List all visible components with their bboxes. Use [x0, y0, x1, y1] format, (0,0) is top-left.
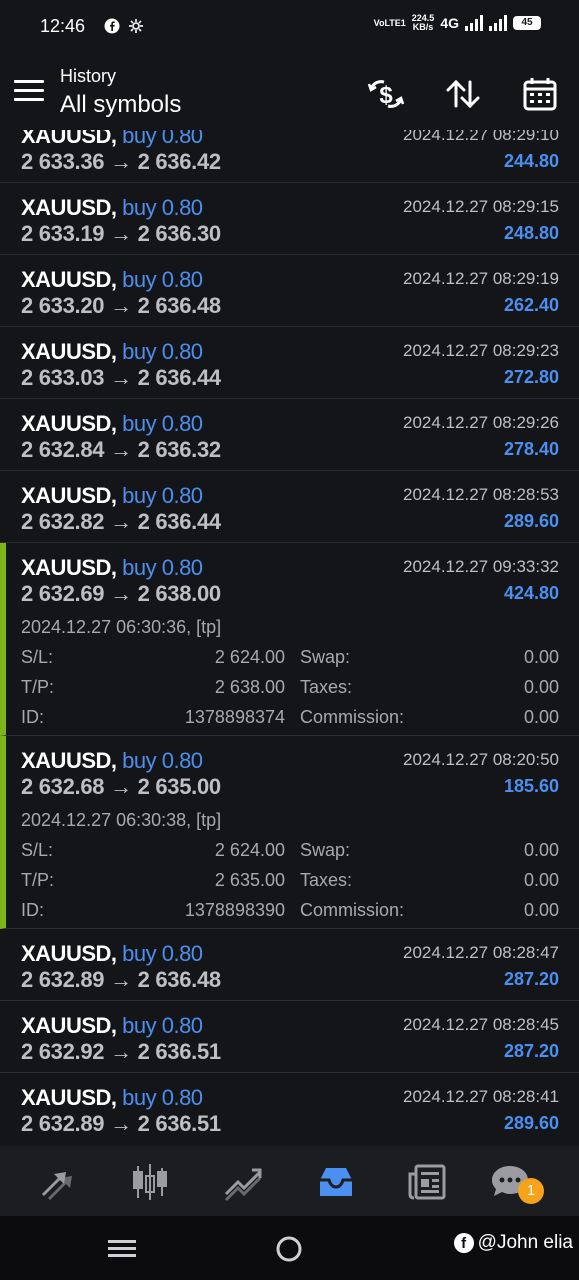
status-time: 12:46 [40, 16, 86, 36]
trade-row[interactable]: XAUUSD, buy 0.80 2 633.03 → 2 636.44 202… [0, 327, 579, 399]
trade-open-time: 2024.12.27 06:30:36, [tp] [21, 617, 222, 637]
trade-row[interactable]: XAUUSD, buy 0.80 2 633.20 → 2 636.48 202… [0, 255, 579, 327]
trade-profit: 248.80 [503, 223, 559, 243]
trade-profit: 278.40 [503, 439, 559, 459]
history-list[interactable]: XAUUSD, buy 0.80 2 633.36 → 2 636.42 202… [0, 130, 579, 1145]
quotes-icon[interactable] [36, 1160, 80, 1204]
trade-prices: 2 632.84 → 2 636.32 [21, 437, 221, 462]
trade-profit: 289.60 [503, 1113, 559, 1133]
trade-close-time: 2024.12.27 08:29:19 [403, 269, 559, 288]
trade-prices: 2 632.82 → 2 636.44 [21, 509, 221, 534]
menu-icon[interactable] [14, 80, 44, 104]
detail-row-sl: S/L: 2 624.00 Swap: 0.00 [21, 840, 559, 860]
volte-indicator: VoLTE1 [373, 17, 406, 28]
trade-symbol: XAUUSD, buy 0.80 [21, 555, 203, 580]
trade-prices: 2 632.89 → 2 636.48 [21, 967, 221, 992]
trade-close-time: 2024.12.27 08:29:10 [403, 130, 559, 144]
trade-profit: 244.80 [503, 151, 559, 171]
trade-prices: 2 633.36 → 2 636.42 [21, 149, 221, 174]
trade-row-expanded[interactable]: XAUUSD, buy 0.80 2 632.68 → 2 635.00 202… [0, 736, 579, 929]
chart-icon[interactable] [128, 1160, 172, 1204]
detail-row-id: ID: 1378898374 Commission: 0.00 [21, 707, 559, 727]
trade-profit: 287.20 [503, 969, 559, 989]
detail-row-tp: T/P: 2 635.00 Taxes: 0.00 [21, 870, 559, 890]
trade-symbol: XAUUSD, buy 0.80 [21, 483, 203, 508]
detail-row-id: ID: 1378898390 Commission: 0.00 [21, 900, 559, 920]
trade-icon[interactable] [222, 1160, 266, 1204]
watermark: f @John elia [453, 1232, 573, 1254]
network-type: 4G [440, 15, 459, 31]
facebook-notification-icon [104, 18, 120, 34]
sort-icon[interactable] [443, 74, 483, 114]
trade-profit: 272.80 [503, 367, 559, 387]
trade-close-time: 2024.12.27 09:33:32 [403, 557, 559, 576]
signal-1-icon [465, 15, 483, 31]
trade-row[interactable]: XAUUSD, buy 0.80 2 633.36 → 2 636.42 202… [0, 130, 579, 183]
trade-symbol: XAUUSD, buy 0.80 [21, 1085, 203, 1110]
trade-prices: 2 632.89 → 2 636.51 [21, 1111, 221, 1136]
signal-2-icon [489, 15, 507, 31]
status-bar: 12:46 VoLTE1 224.5 KB/s 4G 45 [0, 0, 579, 52]
trade-prices: 2 633.19 → 2 636.30 [21, 221, 221, 246]
chat-badge: 1 [518, 1178, 544, 1204]
trade-prices: 2 632.92 → 2 636.51 [21, 1039, 221, 1064]
trade-close-time: 2024.12.27 08:20:50 [403, 750, 559, 769]
detail-row-tp: T/P: 2 638.00 Taxes: 0.00 [21, 677, 559, 697]
symbol-filter[interactable]: All symbols [60, 91, 181, 119]
trade-profit: 289.60 [503, 511, 559, 531]
trade-symbol: XAUUSD, buy 0.80 [21, 195, 203, 220]
home-icon[interactable] [276, 1236, 302, 1262]
trade-close-time: 2024.12.27 08:28:41 [403, 1087, 559, 1106]
trade-prices: 2 633.03 → 2 636.44 [21, 365, 221, 390]
system-nav-bar: f @John elia [0, 1216, 579, 1280]
trade-row[interactable]: XAUUSD, buy 0.80 2 632.89 → 2 636.51 202… [0, 1073, 579, 1145]
trade-symbol: XAUUSD, buy 0.80 [21, 339, 203, 364]
deposit-icon[interactable]: $ [366, 74, 406, 114]
trade-prices: 2 632.68 → 2 635.00 [21, 774, 221, 799]
title-block[interactable]: History All symbols [60, 66, 181, 119]
detail-row-sl: S/L: 2 624.00 Swap: 0.00 [21, 647, 559, 667]
trade-row-expanded[interactable]: XAUUSD, buy 0.80 2 632.69 → 2 638.00 202… [0, 543, 579, 736]
trade-close-time: 2024.12.27 08:28:45 [403, 1015, 559, 1034]
calendar-icon[interactable] [520, 74, 560, 114]
recent-apps-icon[interactable] [108, 1238, 136, 1258]
trade-row[interactable]: XAUUSD, buy 0.80 2 632.82 → 2 636.44 202… [0, 471, 579, 543]
trade-symbol: XAUUSD, buy 0.80 [21, 411, 203, 436]
trade-profit: 262.40 [503, 295, 559, 315]
trade-profit: 424.80 [503, 583, 559, 603]
battery-icon: 45 [513, 16, 541, 30]
trade-prices: 2 632.69 → 2 638.00 [21, 581, 221, 606]
trade-row[interactable]: XAUUSD, buy 0.80 2 633.19 → 2 636.30 202… [0, 183, 579, 255]
trade-symbol: XAUUSD, buy 0.80 [21, 130, 203, 148]
facebook-icon: f [453, 1233, 474, 1253]
app-bar: History All symbols $ [0, 52, 579, 130]
settings-notification-icon [129, 19, 143, 33]
trade-profit: 287.20 [503, 1041, 559, 1061]
trade-symbol: XAUUSD, buy 0.80 [21, 941, 203, 966]
trade-row[interactable]: XAUUSD, buy 0.80 2 632.92 → 2 636.51 202… [0, 1001, 579, 1073]
page-title: History [60, 66, 117, 86]
network-speed: 224.5 KB/s [411, 13, 435, 32]
trade-close-time: 2024.12.27 08:29:23 [403, 341, 559, 360]
trade-close-time: 2024.12.27 08:28:53 [403, 485, 559, 504]
bottom-nav: 1 [0, 1146, 579, 1216]
history-icon[interactable] [314, 1160, 358, 1204]
trade-close-time: 2024.12.27 08:28:47 [403, 943, 559, 962]
trade-symbol: XAUUSD, buy 0.80 [21, 748, 203, 773]
trade-row[interactable]: XAUUSD, buy 0.80 2 632.89 → 2 636.48 202… [0, 929, 579, 1001]
watermark-text: @John elia [477, 1232, 573, 1253]
trade-profit: 185.60 [503, 776, 559, 796]
news-icon[interactable] [406, 1160, 450, 1204]
trade-close-time: 2024.12.27 08:29:26 [403, 413, 559, 432]
trade-row[interactable]: XAUUSD, buy 0.80 2 632.84 → 2 636.32 202… [0, 399, 579, 471]
trade-prices: 2 633.20 → 2 636.48 [21, 293, 221, 318]
trade-symbol: XAUUSD, buy 0.80 [21, 267, 203, 292]
trade-open-time: 2024.12.27 06:30:38, [tp] [21, 810, 222, 830]
trade-symbol: XAUUSD, buy 0.80 [21, 1013, 203, 1038]
trade-close-time: 2024.12.27 08:29:15 [403, 197, 559, 216]
